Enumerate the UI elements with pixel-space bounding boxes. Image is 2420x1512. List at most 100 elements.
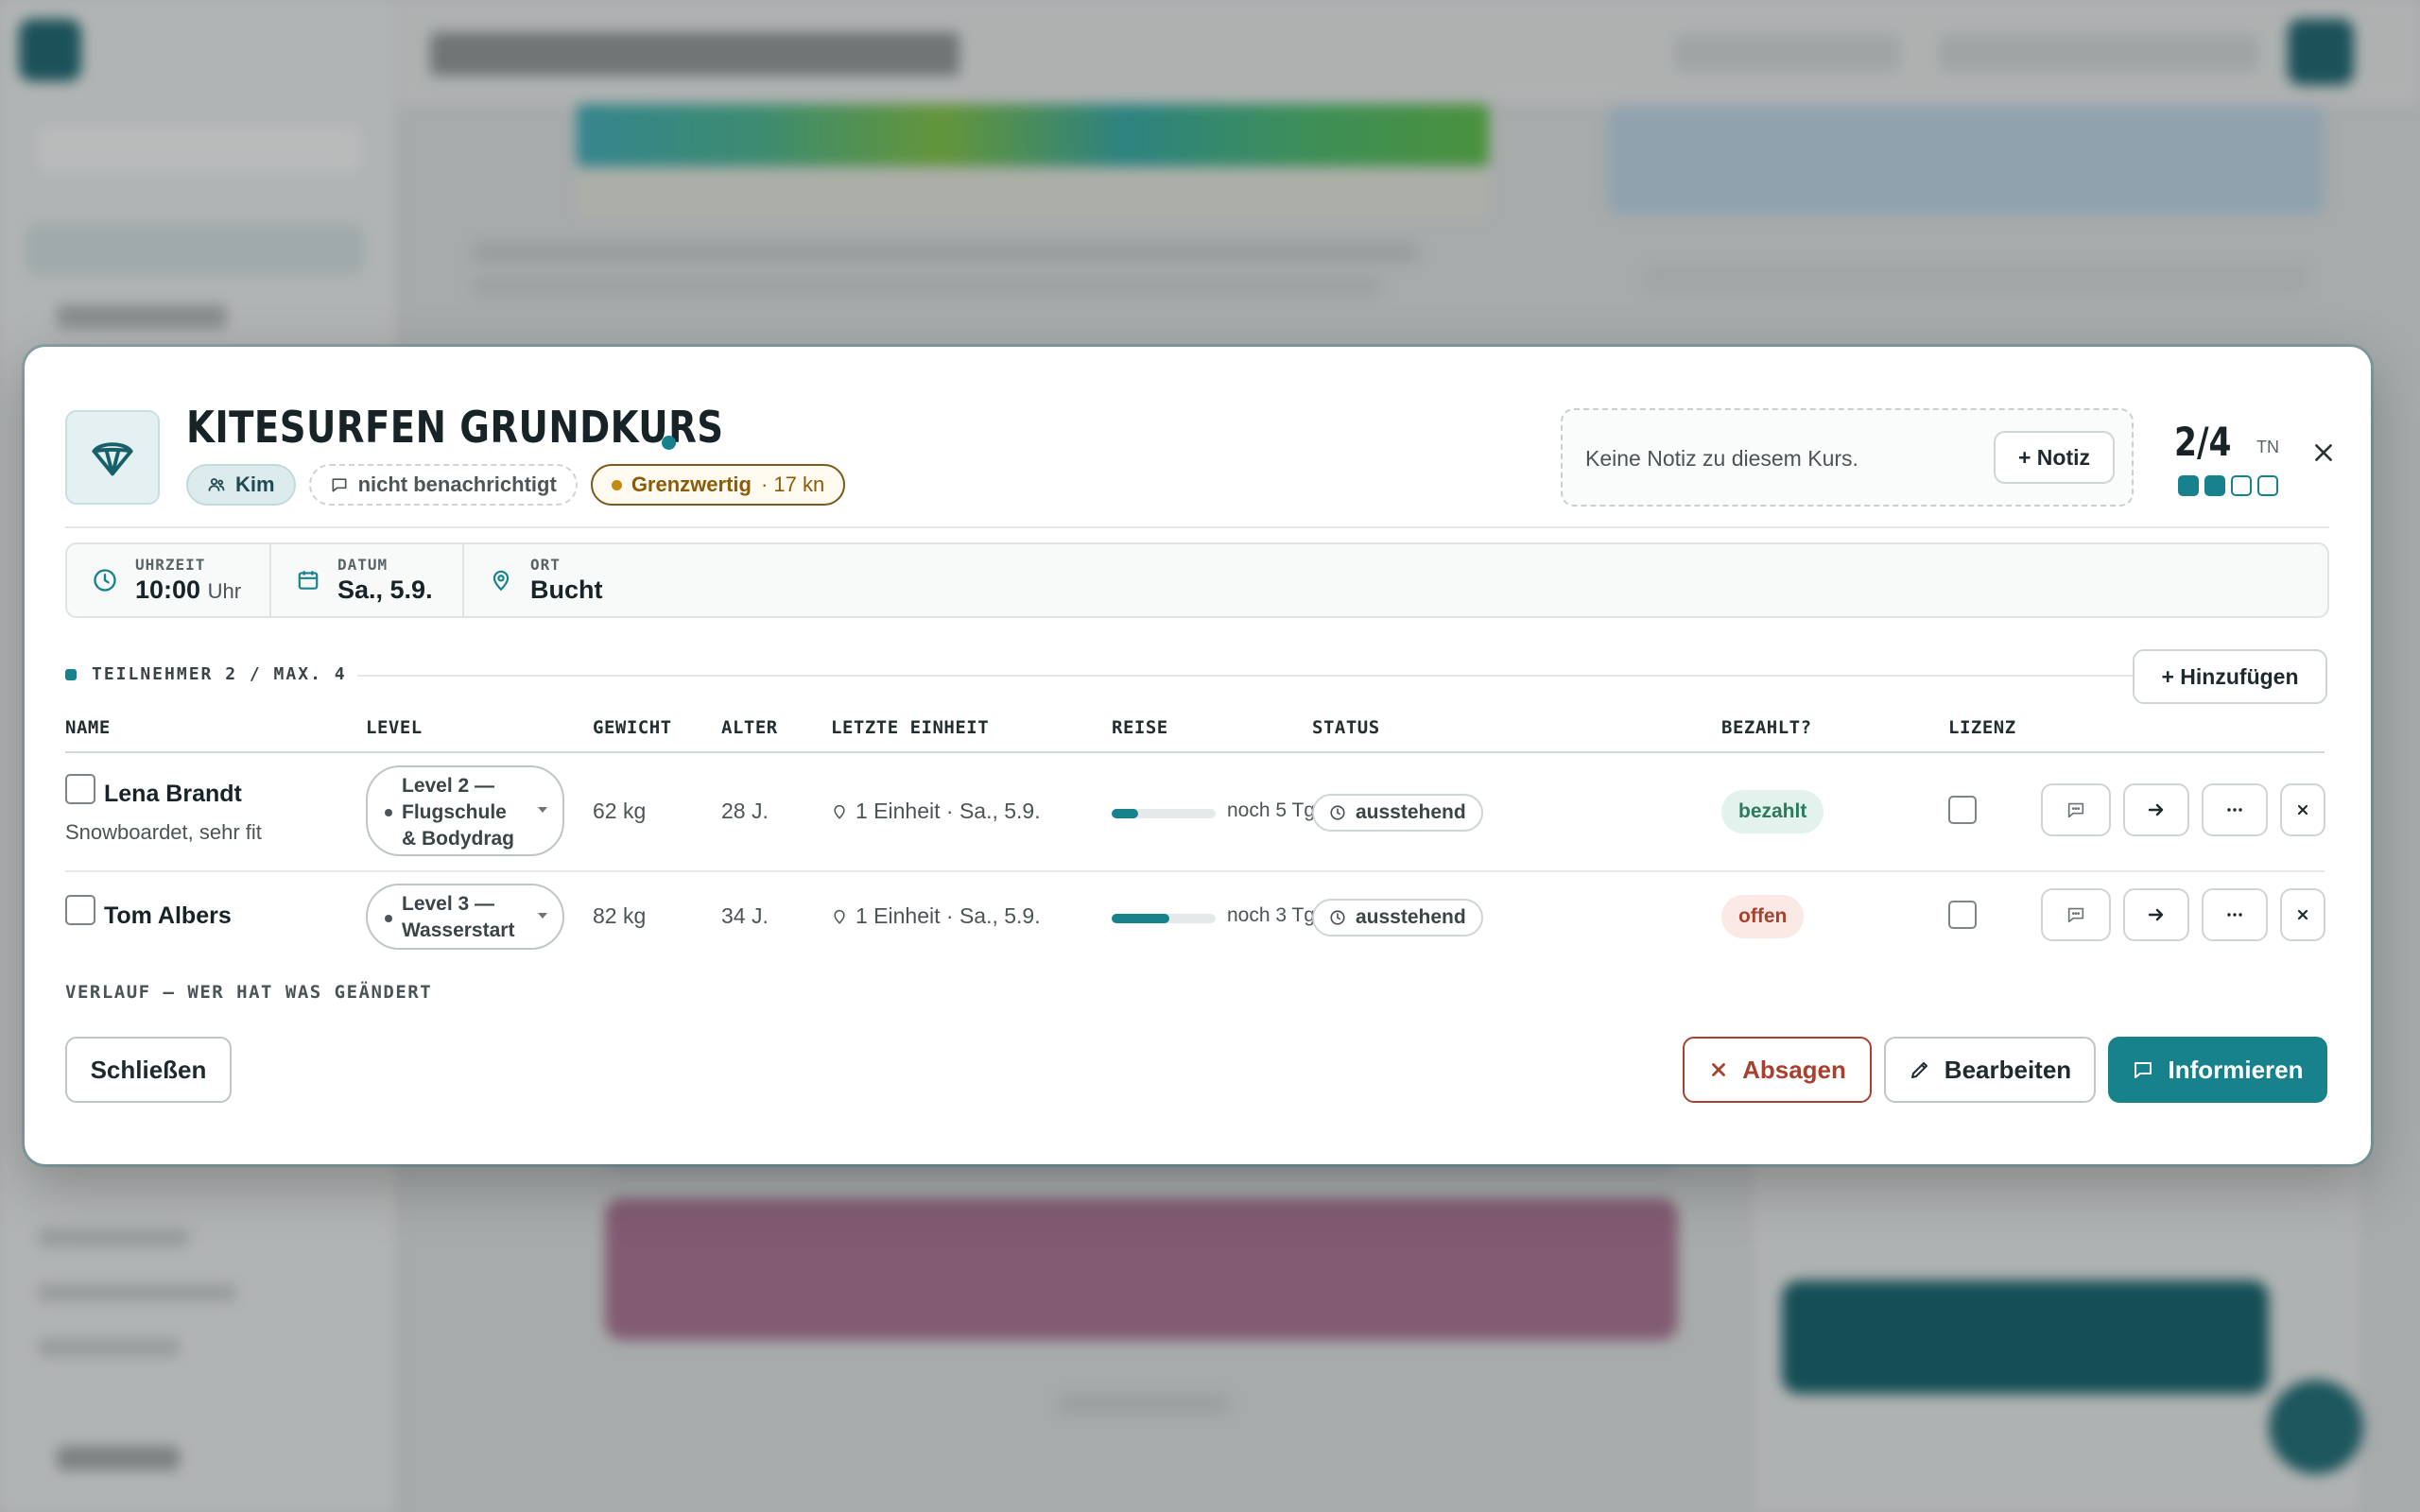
paid-badge[interactable]: offen bbox=[1721, 895, 1805, 938]
select-checkbox[interactable] bbox=[65, 774, 95, 804]
close-button-label: Schließen bbox=[90, 1055, 207, 1084]
license-checkbox[interactable] bbox=[1948, 796, 1977, 824]
edit-button[interactable]: Bearbeiten bbox=[1884, 1037, 2096, 1103]
trip-progress-bar bbox=[1112, 914, 1216, 923]
place-label: ORT bbox=[530, 556, 561, 574]
add-note-button[interactable]: + Notiz bbox=[1994, 431, 2115, 484]
capacity-boxes bbox=[2178, 475, 2278, 496]
inform-button[interactable]: Informieren bbox=[2108, 1037, 2327, 1103]
participants-title: TEILNEHMER 2 / MAX. 4 bbox=[92, 664, 347, 684]
level-line: Level 3 — bbox=[402, 893, 495, 915]
more-button[interactable] bbox=[2202, 888, 2268, 941]
trip-remaining: noch 3 Tg. bbox=[1227, 904, 1321, 926]
table-header-divider bbox=[65, 751, 2325, 753]
capacity-count: 2/4 bbox=[2174, 419, 2232, 465]
status-badge[interactable]: ausstehend bbox=[1312, 899, 1483, 936]
level-line: & Bodydrag bbox=[402, 828, 515, 850]
edit-label: Bearbeiten bbox=[1944, 1055, 2072, 1084]
status-text: ausstehend bbox=[1356, 801, 1466, 823]
capacity-indicator: 2/4 TN bbox=[2174, 419, 2279, 496]
row-divider bbox=[65, 870, 2325, 872]
col-level: LEVEL bbox=[366, 717, 423, 738]
capacity-slot-filled bbox=[2178, 475, 2199, 496]
notify-chip[interactable]: nicht benachrichtigt bbox=[308, 464, 578, 506]
clock-icon bbox=[1330, 910, 1345, 925]
wind-value: · 17 kn bbox=[760, 472, 825, 496]
close-icon[interactable] bbox=[2303, 432, 2344, 473]
status-badge[interactable]: ausstehend bbox=[1312, 794, 1483, 832]
weight: 82 kg bbox=[593, 903, 647, 928]
participant-name: Lena Brandt bbox=[104, 781, 242, 807]
move-button[interactable] bbox=[2123, 783, 2189, 836]
status-dot bbox=[662, 436, 676, 450]
close-button[interactable]: Schließen bbox=[65, 1037, 232, 1103]
level-line: Wasserstart bbox=[402, 919, 515, 941]
place-value: Bucht bbox=[530, 576, 603, 604]
note-text: Keine Notiz zu diesem Kurs. bbox=[1585, 446, 1858, 471]
section-divider bbox=[357, 675, 2139, 677]
wind-label: Grenzwertig bbox=[631, 472, 752, 496]
course-detail-modal: KITESURFEN GRUNDKURS Kim nicht benachric… bbox=[25, 347, 2371, 1164]
paid-badge[interactable]: bezahlt bbox=[1721, 790, 1824, 833]
message-button[interactable] bbox=[2041, 783, 2111, 836]
history-toggle[interactable]: VERLAUF — WER HAT WAS GEÄNDERT bbox=[65, 982, 432, 1003]
remove-button[interactable] bbox=[2280, 783, 2325, 836]
level-select[interactable]: Level 3 — Wasserstart bbox=[366, 884, 564, 950]
trip-progress-fill bbox=[1112, 914, 1169, 923]
course-info-bar: UHRZEIT 10:00 Uhr DATUM Sa., 5.9. ORT Bu… bbox=[65, 542, 2329, 618]
select-checkbox[interactable] bbox=[65, 895, 95, 925]
date-label: DATUM bbox=[337, 556, 389, 574]
date-value: Sa., 5.9. bbox=[337, 576, 433, 604]
col-paid: BEZAHLT? bbox=[1721, 717, 1812, 738]
arrow-right-icon bbox=[2148, 803, 2164, 816]
clock-icon bbox=[1330, 805, 1345, 820]
instructor-chip[interactable]: Kim bbox=[186, 464, 296, 506]
last-unit: 1 Einheit · Sa., 5.9. bbox=[831, 799, 1041, 824]
more-icon bbox=[2227, 913, 2242, 917]
location-pin-icon bbox=[493, 570, 510, 592]
info-time: UHRZEIT 10:00 Uhr bbox=[67, 544, 271, 616]
calendar-icon bbox=[298, 571, 319, 590]
move-button[interactable] bbox=[2123, 888, 2189, 941]
chat-icon bbox=[2135, 1062, 2152, 1078]
chat-icon bbox=[2067, 907, 2084, 923]
warning-dot bbox=[611, 479, 622, 490]
capacity-slot-filled bbox=[2204, 475, 2225, 496]
level-select[interactable]: Level 2 — Flugschule & Bodydrag bbox=[366, 765, 564, 856]
instructor-name: Kim bbox=[235, 472, 275, 496]
col-license: LIZENZ bbox=[1948, 717, 2016, 738]
chevron-down-icon bbox=[538, 807, 547, 813]
trip-progress-fill bbox=[1112, 809, 1138, 818]
clock-icon bbox=[94, 569, 116, 592]
col-name: NAME bbox=[65, 717, 111, 738]
pencil-icon bbox=[1910, 1062, 1927, 1078]
wind-warning-chip[interactable]: Grenzwertig · 17 kn bbox=[590, 464, 846, 506]
users-icon bbox=[208, 478, 225, 491]
level-line: Flugschule bbox=[402, 801, 507, 823]
cancel-course-button[interactable]: Absagen bbox=[1683, 1037, 1872, 1103]
participants-section-header: TEILNEHMER 2 / MAX. 4 bbox=[65, 664, 347, 684]
weight: 62 kg bbox=[593, 799, 647, 823]
message-button[interactable] bbox=[2041, 888, 2111, 941]
add-participant-button[interactable]: + Hinzufügen bbox=[2133, 649, 2327, 704]
more-button[interactable] bbox=[2202, 783, 2268, 836]
level-dot bbox=[385, 915, 392, 922]
course-note-box: Keine Notiz zu diesem Kurs. + Notiz bbox=[1561, 408, 2134, 507]
course-title: KITESURFEN GRUNDKURS bbox=[186, 402, 724, 453]
close-icon bbox=[1712, 1063, 1725, 1076]
col-status: STATUS bbox=[1312, 717, 1380, 738]
location-pin-icon bbox=[834, 804, 845, 819]
remove-button[interactable] bbox=[2280, 888, 2325, 941]
col-age: ALTER bbox=[721, 717, 778, 738]
license-checkbox[interactable] bbox=[1948, 901, 1977, 929]
header-divider bbox=[65, 526, 2329, 528]
chat-icon bbox=[332, 478, 347, 492]
location-pin-icon bbox=[834, 909, 845, 924]
trip-progress-bar bbox=[1112, 809, 1216, 818]
close-icon bbox=[2297, 909, 2308, 920]
age: 28 J. bbox=[721, 799, 769, 823]
capacity-slot-empty bbox=[2231, 475, 2252, 496]
age: 34 J. bbox=[721, 903, 769, 928]
status-text: ausstehend bbox=[1356, 906, 1466, 928]
capacity-unit: TN bbox=[2256, 438, 2279, 456]
